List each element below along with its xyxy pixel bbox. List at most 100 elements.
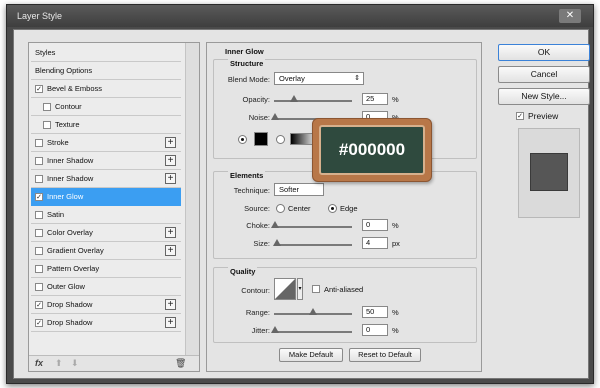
move-up-icon[interactable]: ⬆ bbox=[55, 358, 63, 369]
style-list-item-label: Gradient Overlay bbox=[47, 246, 104, 255]
title-bar[interactable]: Layer Style ✕ bbox=[7, 5, 593, 27]
range-slider[interactable] bbox=[274, 308, 352, 315]
anti-aliased-checkbox[interactable] bbox=[312, 285, 320, 293]
style-checkbox[interactable] bbox=[35, 246, 43, 255]
add-style-icon[interactable]: + bbox=[165, 317, 176, 328]
opacity-label: Opacity: bbox=[242, 95, 270, 104]
solid-color-radio[interactable] bbox=[238, 135, 247, 144]
source-center-radio[interactable] bbox=[276, 204, 285, 213]
style-list-item-label: Contour bbox=[55, 102, 82, 111]
style-checkbox[interactable]: ✓ bbox=[35, 318, 43, 327]
style-checkbox[interactable] bbox=[35, 228, 43, 237]
style-checkbox[interactable] bbox=[43, 120, 51, 129]
style-list-item[interactable]: Inner Shadow + bbox=[31, 170, 181, 188]
style-list-item-label: Inner Shadow bbox=[47, 156, 94, 165]
glow-color-swatch[interactable] bbox=[254, 132, 268, 146]
style-list-item[interactable]: Outer Glow bbox=[31, 278, 181, 296]
range-label: Range: bbox=[245, 308, 270, 317]
style-list-item[interactable]: ✓ Inner Glow bbox=[31, 188, 181, 206]
styles-list-scrollbar[interactable] bbox=[185, 43, 199, 355]
style-list-item[interactable]: Blending Options bbox=[31, 62, 181, 80]
contour-picker[interactable] bbox=[274, 278, 296, 300]
style-list-item[interactable]: Color Overlay + bbox=[31, 224, 181, 242]
style-checkbox[interactable] bbox=[35, 282, 43, 291]
style-list-item-label: Inner Shadow bbox=[47, 174, 94, 183]
style-list-item[interactable]: Inner Shadow + bbox=[31, 152, 181, 170]
opacity-input[interactable]: 25 bbox=[362, 93, 388, 105]
style-list-item-label: Bevel & Emboss bbox=[47, 84, 103, 93]
preview-checkbox[interactable]: ✓ bbox=[516, 112, 524, 120]
jitter-input[interactable]: 0 bbox=[362, 324, 388, 336]
style-list-item[interactable]: Stroke + bbox=[31, 134, 181, 152]
style-checkbox[interactable] bbox=[35, 138, 43, 147]
style-list-item-label: Color Overlay bbox=[47, 228, 93, 237]
style-list-item-label: Pattern Overlay bbox=[47, 264, 100, 273]
gradient-radio[interactable] bbox=[276, 135, 285, 144]
size-input[interactable]: 4 bbox=[362, 237, 388, 249]
dialog-title: Layer Style bbox=[17, 11, 63, 21]
add-style-icon[interactable]: + bbox=[165, 299, 176, 310]
reset-to-default-button[interactable]: Reset to Default bbox=[349, 348, 421, 362]
style-list-item[interactable]: ✓ Drop Shadow + bbox=[31, 314, 181, 332]
contour-label: Contour: bbox=[241, 286, 270, 295]
jitter-slider-thumb[interactable] bbox=[271, 326, 279, 333]
style-list-item-label: Drop Shadow bbox=[47, 318, 93, 327]
choke-input[interactable]: 0 bbox=[362, 219, 388, 231]
style-list-item[interactable]: Contour bbox=[31, 98, 181, 116]
range-slider-thumb[interactable] bbox=[309, 308, 317, 315]
style-checkbox[interactable]: ✓ bbox=[35, 300, 43, 309]
styles-list-panel: Styles Blending Options ✓ Bevel & Emboss Con… bbox=[28, 42, 200, 372]
make-default-button[interactable]: Make Default bbox=[279, 348, 343, 362]
technique-select[interactable]: Softer bbox=[274, 183, 324, 196]
trash-icon[interactable]: 🗑 bbox=[175, 358, 186, 369]
style-list-item[interactable]: Gradient Overlay + bbox=[31, 242, 181, 260]
layer-style-dialog: Layer Style ✕ Styles Blending Options ✓ Bev… bbox=[6, 4, 594, 384]
style-list-item[interactable]: ✓ Drop Shadow + bbox=[31, 296, 181, 314]
technique-value: Softer bbox=[279, 185, 300, 194]
blend-mode-select[interactable]: Overlay ⇕ bbox=[274, 72, 364, 85]
opacity-unit: % bbox=[392, 95, 399, 104]
new-style-button[interactable]: New Style... bbox=[498, 88, 590, 105]
style-list-item[interactable]: Satin bbox=[31, 206, 181, 224]
ok-button[interactable]: OK bbox=[498, 44, 590, 61]
add-style-icon[interactable]: + bbox=[165, 155, 176, 166]
opacity-slider[interactable] bbox=[274, 95, 352, 102]
size-slider-thumb[interactable] bbox=[273, 239, 281, 246]
style-checkbox[interactable] bbox=[35, 156, 43, 165]
add-style-icon[interactable]: + bbox=[165, 173, 176, 184]
source-edge-label: Edge bbox=[340, 204, 358, 213]
style-checkbox[interactable] bbox=[35, 174, 43, 183]
style-checkbox[interactable]: ✓ bbox=[35, 192, 43, 201]
quality-heading: Quality bbox=[228, 267, 258, 276]
opacity-slider-thumb[interactable] bbox=[290, 95, 298, 102]
style-list-item-label: Blending Options bbox=[35, 66, 93, 75]
cancel-button[interactable]: Cancel bbox=[498, 66, 590, 83]
noise-slider-thumb[interactable] bbox=[271, 113, 279, 120]
add-style-icon[interactable]: + bbox=[165, 245, 176, 256]
style-list-item[interactable]: Texture bbox=[31, 116, 181, 134]
contour-dropdown-arrow-icon[interactable]: ▾ bbox=[297, 278, 303, 300]
anti-aliased-label: Anti-aliased bbox=[324, 285, 364, 294]
styles-list-toolbar: fx ⬆ ⬇ 🗑 bbox=[29, 355, 199, 371]
style-checkbox[interactable] bbox=[35, 210, 43, 219]
style-checkbox[interactable] bbox=[43, 102, 51, 111]
size-slider[interactable] bbox=[273, 239, 352, 246]
color-tooltip-text: #000000 bbox=[319, 125, 425, 175]
contour-linear-icon bbox=[275, 279, 295, 299]
style-list-item[interactable]: Styles bbox=[31, 44, 181, 62]
style-list-item[interactable]: ✓ Bevel & Emboss bbox=[31, 80, 181, 98]
style-checkbox[interactable]: ✓ bbox=[35, 84, 43, 93]
range-input[interactable]: 50 bbox=[362, 306, 388, 318]
add-style-icon[interactable]: + bbox=[165, 227, 176, 238]
choke-slider-thumb[interactable] bbox=[271, 221, 279, 228]
choke-slider[interactable] bbox=[271, 221, 352, 228]
jitter-slider[interactable] bbox=[271, 326, 352, 333]
style-checkbox[interactable] bbox=[35, 264, 43, 273]
fx-icon[interactable]: fx bbox=[35, 358, 43, 368]
add-style-icon[interactable]: + bbox=[165, 137, 176, 148]
close-button[interactable]: ✕ bbox=[559, 9, 581, 23]
move-down-icon[interactable]: ⬇ bbox=[71, 358, 79, 369]
blend-mode-value: Overlay bbox=[279, 74, 305, 83]
source-edge-radio[interactable] bbox=[328, 204, 337, 213]
style-list-item[interactable]: Pattern Overlay bbox=[31, 260, 181, 278]
